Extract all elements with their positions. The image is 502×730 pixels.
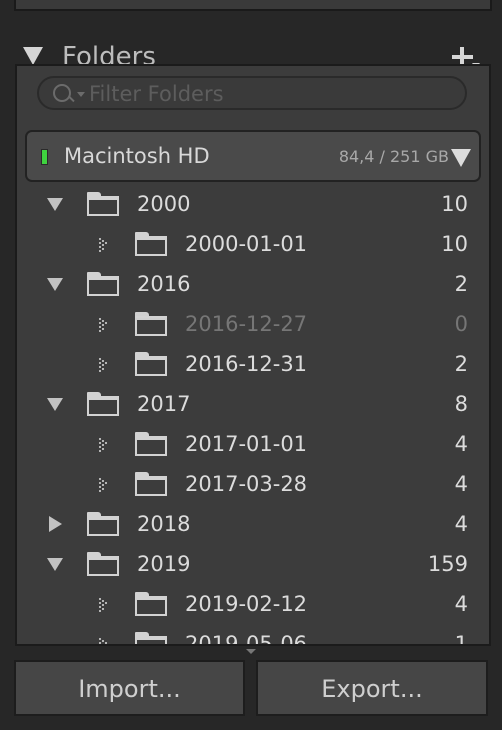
subfolder-row[interactable]: 2016-12-31 2 <box>17 344 489 384</box>
disclosure-expanded-icon[interactable] <box>47 278 63 291</box>
folder-row[interactable]: 2017 8 <box>17 384 489 424</box>
disclosure-dotted-icon[interactable] <box>99 637 113 644</box>
folder-row[interactable]: 2019 159 <box>17 544 489 584</box>
folder-photo-count: 0 <box>454 312 468 336</box>
folder-photo-count: 2 <box>454 352 468 376</box>
export-button[interactable]: Export... <box>256 660 488 716</box>
folder-icon <box>135 632 167 644</box>
disclosure-dotted-icon[interactable] <box>99 437 113 452</box>
folder-icon <box>135 592 167 616</box>
folder-icon <box>87 552 119 576</box>
folders-panel-header[interactable]: Folders <box>0 18 502 72</box>
folder-photo-count: 4 <box>454 432 468 456</box>
folder-icon <box>87 192 119 216</box>
search-options-caret-icon[interactable] <box>77 92 85 97</box>
import-button[interactable]: Import... <box>14 660 245 716</box>
folder-photo-count: 159 <box>427 552 468 576</box>
top-panel-edge <box>14 0 492 11</box>
folder-row[interactable]: 2016 2 <box>17 264 489 304</box>
volume-usage: 84,4 / 251 GB <box>338 147 449 166</box>
folder-icon <box>135 312 167 336</box>
folder-name: 2016-12-27 <box>185 312 308 336</box>
folder-name: 2019-02-12 <box>185 592 308 616</box>
folder-icon <box>135 352 167 376</box>
scroll-down-caret-icon[interactable] <box>246 649 256 654</box>
filter-folders-field[interactable] <box>37 76 467 110</box>
disclosure-expanded-icon[interactable] <box>47 198 63 211</box>
disclosure-dotted-icon[interactable] <box>99 357 113 372</box>
folder-icon <box>135 432 167 456</box>
folder-name: 2017-03-28 <box>185 472 308 496</box>
folder-name: 2019 <box>137 552 191 576</box>
disclosure-dotted-icon[interactable] <box>99 477 113 492</box>
folder-photo-count: 8 <box>454 392 468 416</box>
folder-name: 2017-01-01 <box>185 432 308 456</box>
folder-name: 2000 <box>137 192 191 216</box>
folder-photo-count: 10 <box>441 232 468 256</box>
volume-name: Macintosh HD <box>64 144 210 168</box>
folder-icon <box>87 272 119 296</box>
subfolder-row[interactable]: 2016-12-27 0 <box>17 304 489 344</box>
volume-menu-triangle-icon[interactable] <box>441 132 471 180</box>
folder-photo-count: 2 <box>454 272 468 296</box>
search-icon[interactable] <box>53 84 71 102</box>
folder-name: 2000-01-01 <box>185 232 308 256</box>
collapse-triangle-icon[interactable] <box>23 47 43 65</box>
subfolder-row[interactable]: 2019-02-12 4 <box>17 584 489 624</box>
folder-photo-count: 10 <box>441 192 468 216</box>
disclosure-dotted-icon[interactable] <box>99 237 113 252</box>
folder-photo-count: 4 <box>454 512 468 536</box>
folder-photo-count: 4 <box>454 592 468 616</box>
folder-name: 2016-12-31 <box>185 352 308 376</box>
volume-status-led-icon <box>41 149 48 165</box>
disclosure-collapsed-icon[interactable] <box>49 516 62 532</box>
disclosure-dotted-icon[interactable] <box>99 317 113 332</box>
disclosure-dotted-icon[interactable] <box>99 597 113 612</box>
subfolder-row[interactable]: 2017-01-01 4 <box>17 424 489 464</box>
subfolder-row[interactable]: 2019-05-06 1 <box>17 624 489 646</box>
disclosure-expanded-icon[interactable] <box>47 398 63 411</box>
folder-icon <box>135 232 167 256</box>
subfolder-row[interactable]: 2000-01-01 10 <box>17 224 489 264</box>
volume-header[interactable]: Macintosh HD 84,4 / 251 GB <box>25 130 481 182</box>
folder-icon <box>135 472 167 496</box>
folder-name: 2017 <box>137 392 191 416</box>
folder-name: 2016 <box>137 272 191 296</box>
folder-row[interactable]: 2000 10 <box>17 184 489 224</box>
folder-photo-count: 4 <box>454 472 468 496</box>
folders-list-panel: Macintosh HD 84,4 / 251 GB 2000102000-01… <box>15 64 491 646</box>
folder-name: 2018 <box>137 512 191 536</box>
folder-photo-count: 1 <box>454 632 468 646</box>
subfolder-row[interactable]: 2017-03-28 4 <box>17 464 489 504</box>
disclosure-expanded-icon[interactable] <box>47 558 63 571</box>
filter-folders-input[interactable] <box>89 81 449 107</box>
folder-icon <box>87 512 119 536</box>
folder-row[interactable]: 2018 4 <box>17 504 489 544</box>
folder-icon <box>87 392 119 416</box>
folder-name: 2019-05-06 <box>185 632 308 646</box>
